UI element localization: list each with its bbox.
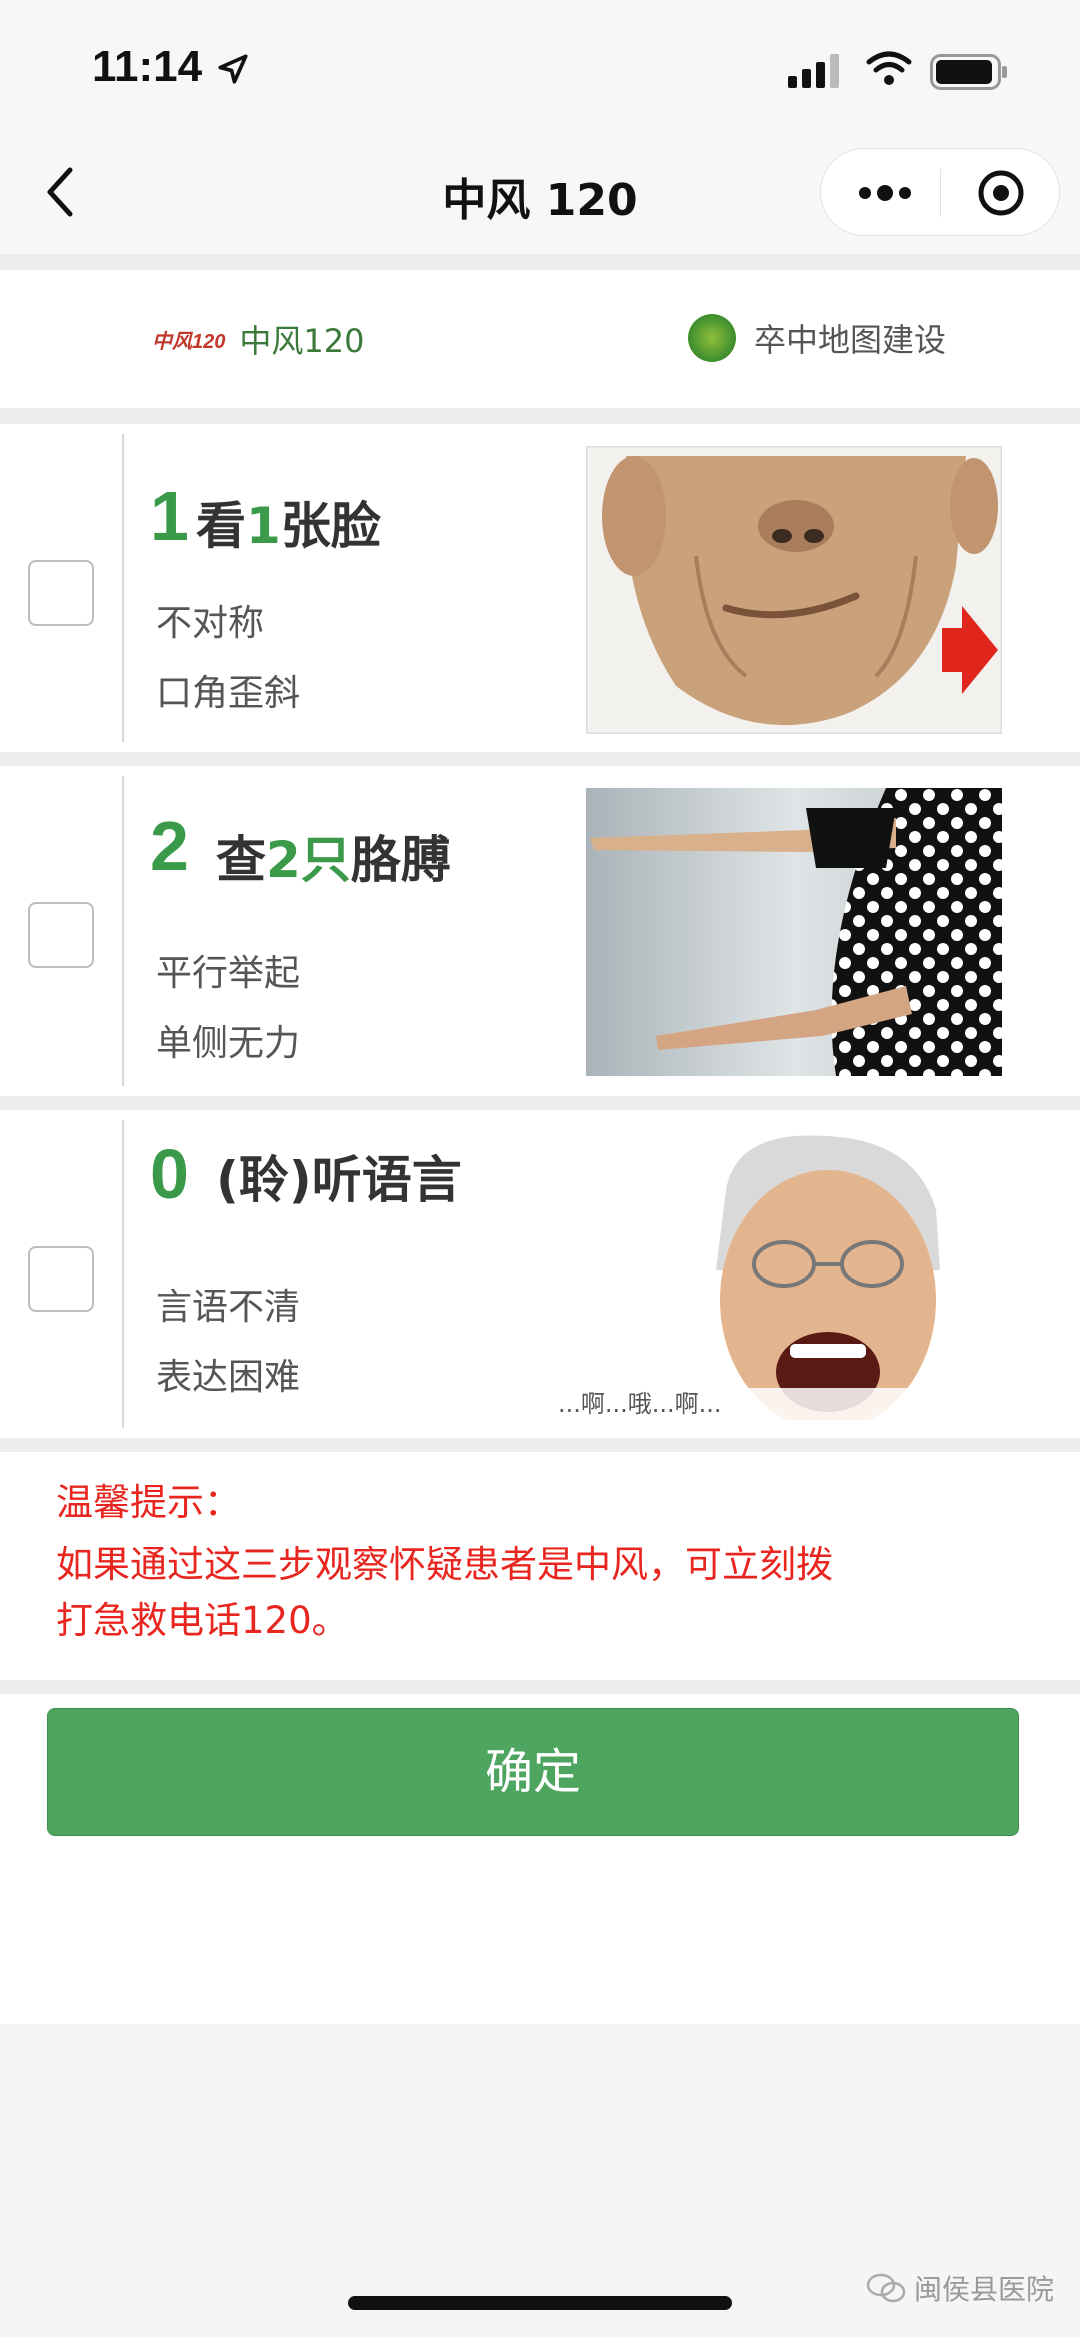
capsule-divider [940, 169, 941, 217]
warm-tip: 温馨提示： 如果通过这三步观察怀疑患者是中风，可立刻拨 打急救电话120。 [0, 1452, 1080, 1680]
brand-right: 卒中地图建设 [688, 314, 946, 362]
step-detail: 言语不清 [156, 1287, 301, 1328]
step-checkbox-arms[interactable] [28, 902, 94, 968]
photo-caption: ...啊...哦...啊... [558, 1390, 722, 1418]
step-title-part: 2只 [266, 831, 351, 889]
arms-raised-photo [586, 788, 1002, 1076]
tip-text-line1: 如果通过这三步观察怀疑患者是中风，可立刻拨 [56, 1543, 833, 1586]
speech-difficulty-photo: ...啊...哦...啊... [556, 1130, 1002, 1420]
step-title-part: 胳膊 [350, 831, 451, 889]
stroke120-logo: 中风120 [152, 330, 226, 353]
wechat-icon [866, 2273, 906, 2303]
step-number: 0 [150, 1135, 189, 1213]
cellular-signal-icon [788, 54, 839, 88]
step-detail: 平行举起 [156, 953, 301, 994]
step-card-arms[interactable]: 2 查2只胳膊 平行举起 单侧无力 [0, 766, 1080, 1096]
more-dots-icon[interactable] [857, 179, 913, 207]
step-checkbox-speech[interactable] [28, 1246, 94, 1312]
watermark-text: 闽侯县医院 [914, 2273, 1055, 2306]
face-droop-photo [586, 446, 1002, 734]
step-title: 看1张脸 [196, 486, 381, 558]
mini-program-capsule [820, 148, 1060, 236]
brand-header: 中风120 中风120 卒中地图建设 [0, 270, 1080, 408]
close-target-icon[interactable] [977, 169, 1025, 217]
step-card-speech[interactable]: 0 (聆)听语言 言语不清 表达困难 ...啊...哦...啊... [0, 1110, 1080, 1438]
status-bar: 11:14 [0, 0, 1080, 130]
brand-left: 中风120 中风120 [152, 316, 364, 362]
step-detail: 不对称 [156, 603, 265, 644]
step-detail: 口角歪斜 [156, 673, 301, 714]
card-divider [122, 1120, 124, 1428]
home-indicator[interactable] [348, 2296, 732, 2310]
step-checkbox-face[interactable] [28, 560, 94, 626]
brand-left-text: 中风120 [239, 322, 365, 360]
stroke-map-seal-icon [688, 314, 736, 362]
step-detail: 单侧无力 [156, 1023, 301, 1064]
step-number: 2 [150, 807, 189, 885]
step-detail: 表达困难 [156, 1357, 301, 1398]
confirm-area: 确定 [0, 1694, 1080, 2024]
battery-icon [930, 54, 1007, 90]
location-arrow-icon [218, 54, 248, 84]
brand-right-text: 卒中地图建设 [754, 321, 947, 359]
confirm-button[interactable]: 确定 [47, 1708, 1019, 1836]
step-number: 1 [150, 477, 189, 555]
step-title-part: 看 [196, 497, 246, 555]
step-title-part: (聆)听语言 [216, 1151, 462, 1209]
step-title-part: 1 [246, 497, 281, 555]
step-title: (聆)听语言 [216, 1140, 462, 1212]
status-time: 11:14 [92, 42, 203, 91]
card-divider [122, 776, 124, 1086]
step-card-face[interactable]: 1 看1张脸 不对称 口角歪斜 [0, 424, 1080, 752]
tip-title: 温馨提示： [56, 1481, 241, 1524]
step-title-part: 查 [216, 831, 266, 889]
wifi-icon [866, 51, 912, 85]
card-divider [122, 434, 124, 742]
step-title-part: 张脸 [280, 497, 381, 555]
nav-bar: 中风 120 [0, 130, 1080, 254]
step-title: 查2只胳膊 [216, 820, 451, 892]
source-watermark: 闽侯县医院 [866, 2268, 1054, 2308]
tip-text-line2: 打急救电话120。 [56, 1599, 349, 1642]
